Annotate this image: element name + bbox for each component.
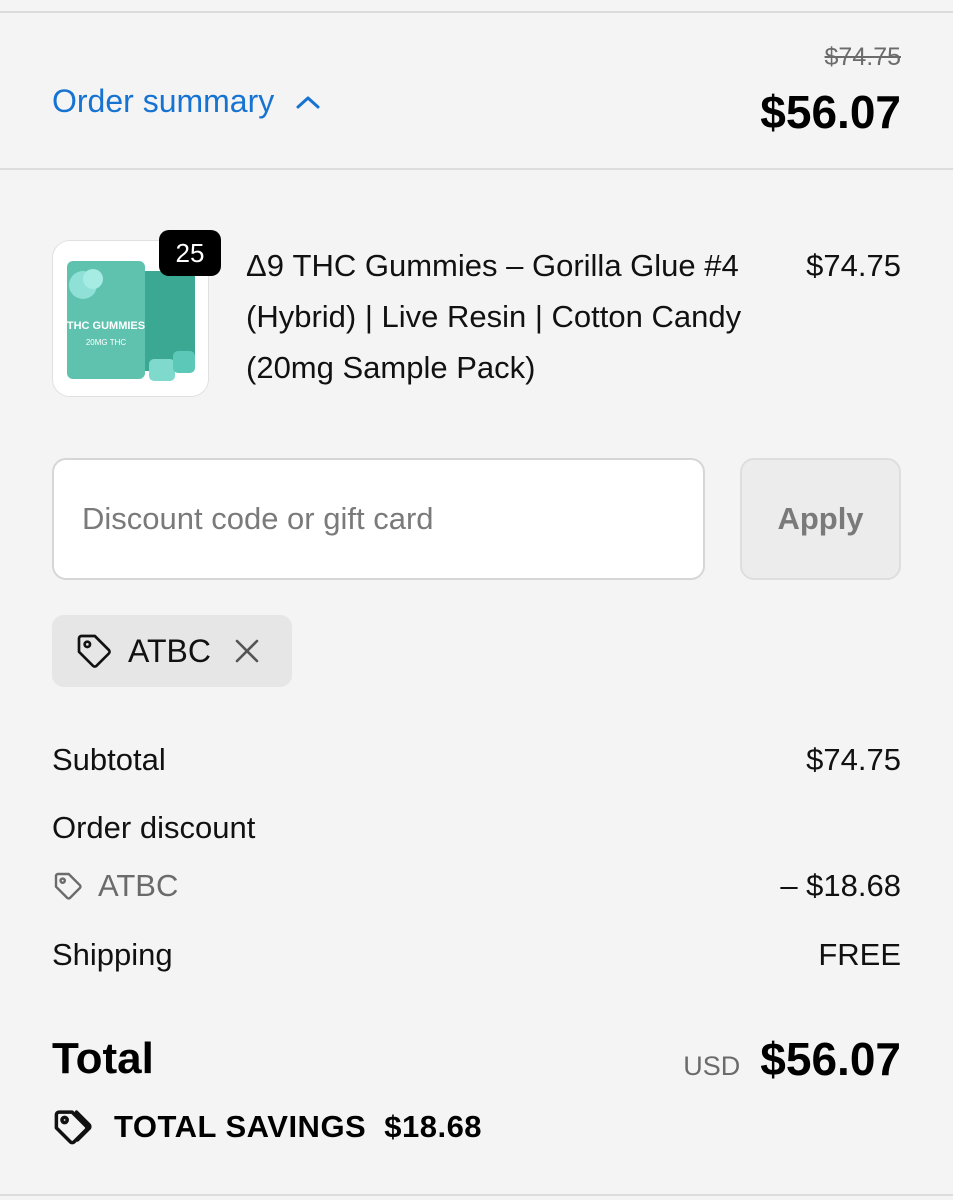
header-total-price: $56.07	[760, 86, 901, 138]
discount-code-label: ATBC	[98, 868, 179, 903]
currency-code: USD	[683, 1051, 741, 1081]
tag-icon	[77, 634, 111, 668]
remove-discount-button[interactable]	[233, 637, 261, 665]
order-summary-label: Order summary	[52, 83, 275, 119]
total-amount: $56.07	[760, 1033, 901, 1085]
apply-button[interactable]: Apply	[740, 458, 901, 580]
applied-discount-chip: ATBC	[52, 615, 292, 687]
package-label: THC GUMMIES	[67, 320, 145, 332]
applied-code-label: ATBC	[128, 632, 211, 669]
shipping-row: Shipping FREE	[52, 937, 901, 973]
total-savings-amount: $18.68	[384, 1109, 483, 1144]
shipping-label: Shipping	[52, 937, 173, 972]
subtotal-label: Subtotal	[52, 742, 166, 777]
close-icon	[235, 639, 259, 663]
order-summary-header[interactable]: Order summary $74.75 $56.07	[0, 13, 953, 169]
discount-code-input[interactable]	[52, 458, 705, 580]
chevron-up-icon	[296, 96, 320, 108]
header-divider	[0, 168, 953, 170]
product-title: Δ9 THC Gummies – Gorilla Glue #4 (Hybrid…	[246, 248, 742, 385]
quantity-badge: 25	[159, 230, 221, 276]
total-row: Total USD $56.07	[52, 1032, 901, 1086]
shipping-value: FREE	[818, 937, 901, 972]
tags-icon	[54, 1110, 92, 1145]
compare-at-price: $74.75	[824, 43, 901, 71]
tag-icon	[54, 872, 82, 900]
order-summary-toggle[interactable]: Order summary	[52, 83, 320, 120]
total-label: Total	[52, 1034, 154, 1083]
total-savings: TOTAL SAVINGS $18.68	[52, 1106, 482, 1148]
product-price: $74.75	[806, 248, 901, 283]
discount-value: – $18.68	[780, 868, 901, 903]
discount-code-row: ATBC – $18.68	[52, 868, 901, 904]
order-discount-row: Order discount	[52, 810, 901, 846]
package-sublabel: 20MG THC	[86, 338, 127, 347]
subtotal-row: Subtotal $74.75	[52, 742, 901, 778]
subtotal-value: $74.75	[806, 742, 901, 777]
bottom-divider	[0, 1194, 953, 1196]
order-discount-label: Order discount	[52, 810, 256, 845]
total-savings-label: TOTAL SAVINGS	[114, 1109, 367, 1144]
